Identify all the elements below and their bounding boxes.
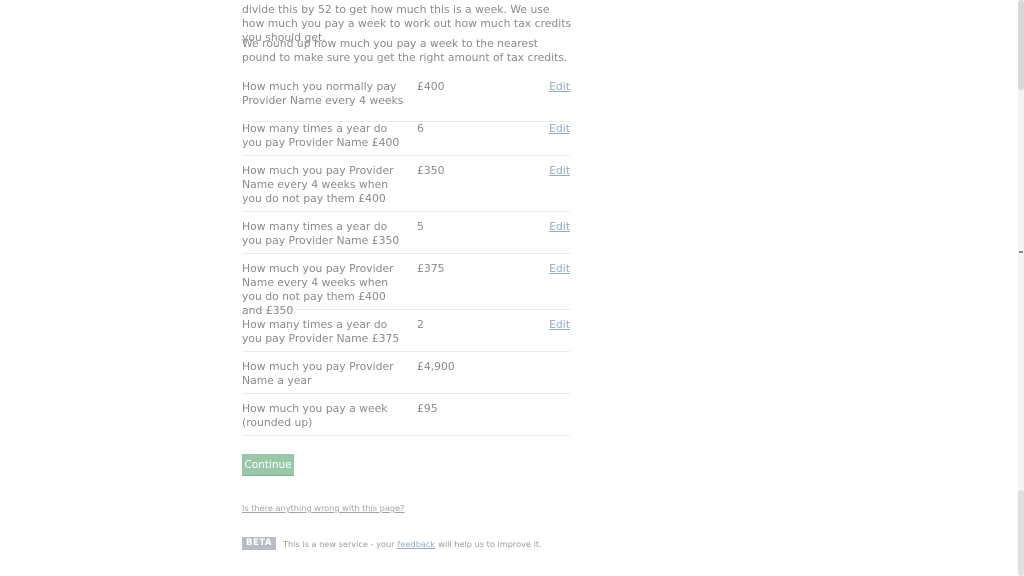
beta-text-before: This is a new service - your (283, 538, 395, 549)
row-answer: £350 (417, 164, 445, 177)
beta-text-after: will help us to improve it. (438, 538, 542, 549)
edit-link[interactable]: Edit (549, 122, 570, 136)
row-question: How much you pay a week (rounded up) (242, 402, 388, 429)
row-answer: £375 (417, 262, 445, 275)
scrollbar[interactable] (1018, 0, 1024, 576)
row-question: How many times a year do you pay Provide… (242, 122, 400, 149)
edit-link[interactable]: Edit (549, 262, 570, 276)
row-answer: £400 (417, 80, 445, 93)
summary-row: How many times a year do you pay Provide… (242, 220, 570, 254)
edit-link[interactable]: Edit (549, 318, 570, 332)
summary-row: How much you pay Provider Name a year £4… (242, 360, 570, 394)
summary-row: How much you pay a week (rounded up) £95 (242, 402, 570, 436)
continue-button[interactable]: Continue (242, 454, 294, 476)
edit-link[interactable]: Edit (549, 80, 570, 94)
page: divide this by 52 to get how much this i… (0, 0, 1024, 576)
summary-row: How many times a year do you pay Provide… (242, 318, 570, 352)
row-question: How much you normally pay Provider Name … (242, 80, 404, 107)
row-question: How much you pay Provider Name a year (242, 360, 394, 387)
row-answer: £4,900 (417, 360, 455, 373)
summary-row: How many times a year do you pay Provide… (242, 122, 570, 156)
row-answer: 6 (417, 122, 424, 135)
summary-row: How much you pay Provider Name every 4 w… (242, 164, 570, 212)
report-problem-link[interactable]: Is there anything wrong with this page? (242, 503, 404, 513)
row-question: How much you pay Provider Name every 4 w… (242, 164, 394, 205)
summary-row: How much you pay Provider Name every 4 w… (242, 262, 570, 317)
row-answer: 5 (417, 220, 424, 233)
scrollbar-thumb[interactable] (1018, 0, 1024, 90)
scroll-position-mark-icon (1019, 251, 1023, 253)
beta-banner: BETA This is a new service - your feedba… (242, 537, 542, 550)
scrollbar-track-lower[interactable] (1018, 490, 1024, 576)
row-answer: 2 (417, 318, 424, 331)
row-answer: £95 (417, 402, 438, 415)
intro-paragraph-2: We round up how much you pay a week to t… (242, 37, 568, 64)
edit-link[interactable]: Edit (549, 164, 570, 178)
row-question: How many times a year do you pay Provide… (242, 318, 400, 345)
summary-row: How much you normally pay Provider Name … (242, 80, 570, 122)
beta-tag: BETA (242, 537, 277, 550)
feedback-link[interactable]: feedback (398, 539, 436, 549)
edit-link[interactable]: Edit (549, 220, 570, 234)
row-question: How many times a year do you pay Provide… (242, 220, 400, 247)
row-question: How much you pay Provider Name every 4 w… (242, 262, 394, 317)
